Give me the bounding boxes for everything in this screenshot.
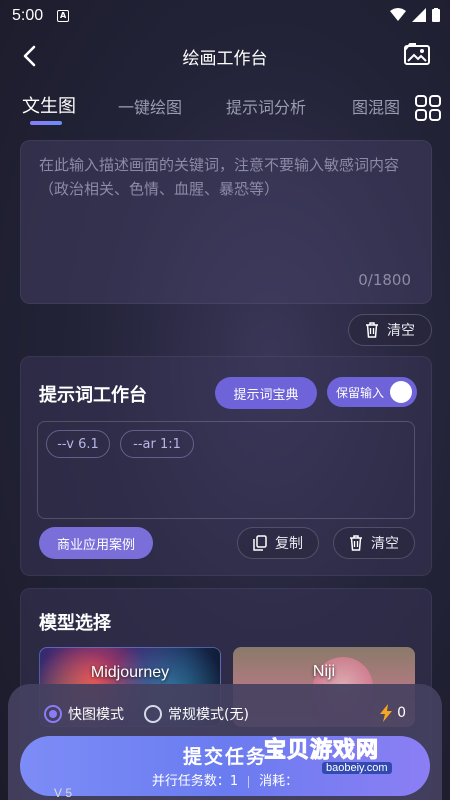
trash-icon [366, 322, 378, 338]
prompt-dictionary-button[interactable]: 提示词宝典 [215, 377, 317, 409]
app-bar: 绘画工作台 [0, 32, 450, 80]
clear-workbench-label: 清空 [371, 536, 399, 552]
status-time: 5:00 [12, 7, 44, 24]
signal-icon [412, 8, 426, 22]
prompt-tag[interactable]: --v 6.1 [46, 430, 110, 458]
prompt-placeholder: 在此输入描述画面的关键词，注意不要输入敏感词内容（政治相关、色情、血腥、暴恐等） [39, 156, 400, 198]
page-title: 绘画工作台 [182, 49, 268, 69]
keep-input-label: 保留输入 [336, 385, 385, 400]
normal-mode-label[interactable]: 常规模式(无) [168, 704, 249, 724]
normal-mode-radio[interactable] [144, 705, 162, 723]
tag-area[interactable]: --v 6.1 --ar 1:1 [37, 421, 415, 519]
commercial-cases-button[interactable]: 商业应用案例 [39, 527, 153, 559]
battery-icon [432, 8, 440, 22]
clear-prompt-label: 清空 [387, 323, 415, 339]
keep-input-toggle[interactable]: 保留输入 [327, 377, 417, 407]
gallery-icon[interactable] [402, 40, 432, 70]
fast-mode-label[interactable]: 快图模式 [68, 704, 124, 724]
prompt-input[interactable]: 在此输入描述画面的关键词，注意不要输入敏感词内容（政治相关、色情、血腥、暴恐等）… [20, 140, 432, 304]
points-display: 0 [379, 704, 406, 722]
workbench-title: 提示词工作台 [39, 385, 147, 406]
tab-bar: 文生图 一键绘图 提示词分析 图混图 [0, 88, 450, 132]
points-value: 0 [397, 705, 406, 721]
model-name: Niji [312, 663, 336, 680]
model-name: Midjourney [90, 664, 170, 681]
toggle-knob [390, 381, 412, 403]
prompt-workbench: 提示词工作台 提示词宝典 保留输入 --v 6.1 --ar 1:1 商业应用案… [20, 356, 432, 576]
version-label: V 5 [54, 786, 73, 800]
prompt-tag[interactable]: --ar 1:1 [120, 430, 194, 458]
notification-badge: A [57, 10, 70, 22]
clear-workbench-button[interactable]: 清空 [333, 527, 415, 559]
tab-text-to-image[interactable]: 文生图 [22, 92, 76, 118]
parallel-tasks-label: 并行任务数：1 [151, 774, 239, 789]
model-section-title: 模型选择 [39, 613, 111, 634]
lightning-icon [380, 704, 393, 722]
grid-menu-icon[interactable] [414, 94, 442, 122]
copy-icon [253, 535, 267, 551]
tab-one-click-draw[interactable]: 一键绘图 [118, 94, 182, 118]
clear-prompt-button[interactable]: 清空 [348, 314, 432, 346]
tab-image-blend[interactable]: 图混图 [352, 94, 400, 118]
active-tab-indicator [30, 121, 62, 125]
copy-button[interactable]: 复制 [237, 527, 319, 559]
watermark: 宝贝游戏网 baobeiy.com [246, 732, 422, 782]
trash-icon [350, 535, 362, 551]
tab-prompt-analysis[interactable]: 提示词分析 [226, 94, 306, 118]
status-bar: 5:00 A [0, 0, 450, 32]
wifi-icon [390, 8, 406, 21]
watermark-text: 宝贝游戏网 [263, 738, 380, 764]
mode-selector: 快图模式 常规模式(无) [44, 704, 249, 724]
character-counter: 0/1800 [358, 271, 411, 289]
copy-label: 复制 [275, 536, 303, 552]
fast-mode-radio[interactable] [44, 705, 62, 723]
watermark-url: baobeiy.com [322, 762, 392, 774]
